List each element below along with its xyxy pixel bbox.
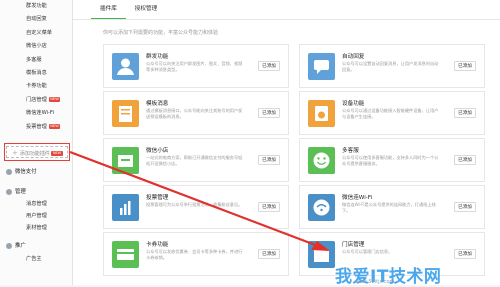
new-badge: NEW: [48, 123, 61, 129]
plugin-card: 卡券功能 公众号可以发放优惠券、会员卡等多种卡券，并进行卡券核销。 已添加: [103, 232, 289, 276]
card-icon: [112, 241, 139, 268]
device-icon: [308, 100, 335, 127]
sidebar-item[interactable]: 门店管理 NEW: [0, 94, 72, 107]
promotion-icon: [6, 242, 12, 249]
document-icon: [112, 100, 139, 127]
plugin-added-button[interactable]: 已添加: [258, 155, 280, 165]
sidebar-item[interactable]: 自动回复: [0, 13, 72, 26]
new-badge: NEW: [48, 96, 61, 102]
plugin-card: 自动回复 公众号可以设置自动回复消息，让用户发消息时自动回复。 已添加: [299, 44, 485, 88]
sidebar-section-promotion: 推广: [6, 240, 26, 252]
plugin-added-button[interactable]: 已添加: [454, 155, 476, 165]
plugin-description: 公众号可以设置自动回复消息，让用户发消息时自动回复。: [342, 61, 439, 72]
plugin-description: 投票管理可为公众号举行投票活动，收集粉丝意见。: [146, 202, 243, 207]
plugin-added-button[interactable]: 已添加: [258, 202, 280, 212]
plugin-description: 公众号可以发放优惠券、会员卡等多种卡券，并进行卡券核销。: [146, 249, 243, 260]
sidebar-item-messages[interactable]: 消息管理: [26, 198, 47, 210]
plugin-title: 微信连Wi-Fi: [342, 195, 373, 201]
sidebar-item[interactable]: 多客服: [0, 54, 72, 67]
plugin-added-button[interactable]: 已添加: [258, 61, 280, 71]
plugin-description: 通过模板消息接口，公众号能向关注其账号的用户发送预设模板的消息。: [146, 108, 243, 119]
plugin-title: 自动回复: [342, 54, 365, 60]
sidebar: 群发功能 自动回复 自定义菜单 微信小店 多客服 模板消息 卡券功能 门店管理 NEW 微信连Wi…: [0, 0, 73, 285]
watermark-url: www.52itjs.com: [355, 279, 395, 285]
wifi-icon: [308, 194, 335, 221]
sidebar-top-items: 群发功能 自动回复 自定义菜单 微信小店 多客服 模板消息 卡券功能 门店管理 NEW 微信连Wi…: [0, 0, 72, 134]
plugin-card: 群发功能 公众号可以向关注用户群发图片、图文、音频、视频等多种消息类型。 已添加: [103, 44, 289, 88]
tab-bar: 插件库 授权管理: [91, 0, 166, 19]
plugin-added-button[interactable]: 已添加: [258, 249, 280, 259]
plugin-card: 微信小店 一站式的电商方案，帮助已开通微信支付的服务号轻松开设微信小店。 已添加: [103, 138, 289, 182]
smile-icon: [308, 147, 335, 174]
plugin-added-button[interactable]: 已添加: [454, 108, 476, 118]
sidebar-item[interactable]: 卡券功能: [0, 80, 72, 93]
plugin-added-button[interactable]: 已添加: [454, 249, 476, 259]
sidebar-item-users[interactable]: 用户管理: [26, 210, 47, 222]
plugin-title: 设备功能: [342, 101, 365, 107]
shop-icon: [112, 147, 139, 174]
plugin-description: 公众号可以通过设备功能接入智能硬件设备，让用户与设备产生连接。: [342, 108, 439, 119]
plugin-card: 多客服 公众号可以使用多客服功能，支持多人同时为一个公众号提供客服服务。 已添加: [299, 138, 485, 182]
plugin-added-button[interactable]: 已添加: [258, 108, 280, 118]
pay-icon: [6, 168, 12, 175]
plugin-card: 投票管理 投票管理可为公众号举行投票活动，收集粉丝意见。 已添加: [103, 185, 289, 229]
plugin-description: 公众号可以向关注用户群发图片、图文、音频、视频等多种消息类型。: [146, 61, 243, 72]
store-icon: [308, 241, 335, 268]
plugin-description: 微信连Wi-Fi是公众号提供的连网能力，打通线上线下。: [342, 202, 436, 213]
plugin-added-button[interactable]: 已添加: [454, 202, 476, 212]
user-icon: [112, 53, 139, 80]
tab-authorization[interactable]: 授权管理: [126, 0, 166, 18]
tab-divider: [73, 19, 500, 20]
plugin-card: 模板消息 通过模板消息接口，公众号能向关注其账号的用户发送预设模板的消息。 已添加: [103, 91, 289, 135]
plugin-title: 投票管理: [146, 195, 169, 201]
plugin-title: 卡券功能: [146, 242, 169, 248]
sidebar-item[interactable]: 微信连Wi-Fi: [0, 107, 72, 120]
sidebar-item[interactable]: 投票管理 NEW: [0, 121, 72, 134]
plugin-title: 门店管理: [342, 242, 365, 248]
plugin-title: 多客服: [342, 148, 359, 154]
sidebar-item[interactable]: 群发功能: [0, 0, 72, 13]
chat-icon: [308, 53, 335, 80]
sidebar-item[interactable]: 自定义菜单: [0, 27, 72, 40]
main-panel: 插件库 授权管理 你可以添加下列需要的功能，丰富公众号能力和体验 群发功能 公众号…: [73, 0, 500, 285]
plugin-title: 微信小店: [146, 148, 169, 154]
plugin-title: 群发功能: [146, 54, 169, 60]
plugin-description: 一站式的电商方案，帮助已开通微信支付的服务号轻松开设微信小店。: [146, 155, 243, 166]
sidebar-item[interactable]: 模板消息: [0, 67, 72, 80]
sidebar-item[interactable]: 微信小店: [0, 40, 72, 53]
plugin-added-button[interactable]: 已添加: [454, 61, 476, 71]
sidebar-section-management: 管理: [6, 186, 26, 198]
sidebar-item-wechat-pay[interactable]: 微信支付: [6, 166, 37, 178]
highlight-box: [4, 143, 70, 161]
sidebar-item-advertiser[interactable]: 广告主: [26, 253, 42, 265]
plugin-description: 公众号可以使用多客服功能，支持多人同时为一个公众号提供客服服务。: [342, 155, 439, 166]
plugin-card: 设备功能 公众号可以通过设备功能接入智能硬件设备，让用户与设备产生连接。 已添加: [299, 91, 485, 135]
page-description: 你可以添加下列需要的功能，丰富公众号能力和体验: [103, 30, 219, 36]
plugin-card: 微信连Wi-Fi 微信连Wi-Fi是公众号提供的连网能力，打通线上线下。 已添加: [299, 185, 485, 229]
management-icon: [6, 188, 12, 195]
plugin-title: 模板消息: [146, 101, 169, 107]
bar-chart-icon: [112, 194, 139, 221]
sidebar-item-materials[interactable]: 素材管理: [26, 222, 47, 234]
tab-plugin-library[interactable]: 插件库: [91, 0, 126, 19]
